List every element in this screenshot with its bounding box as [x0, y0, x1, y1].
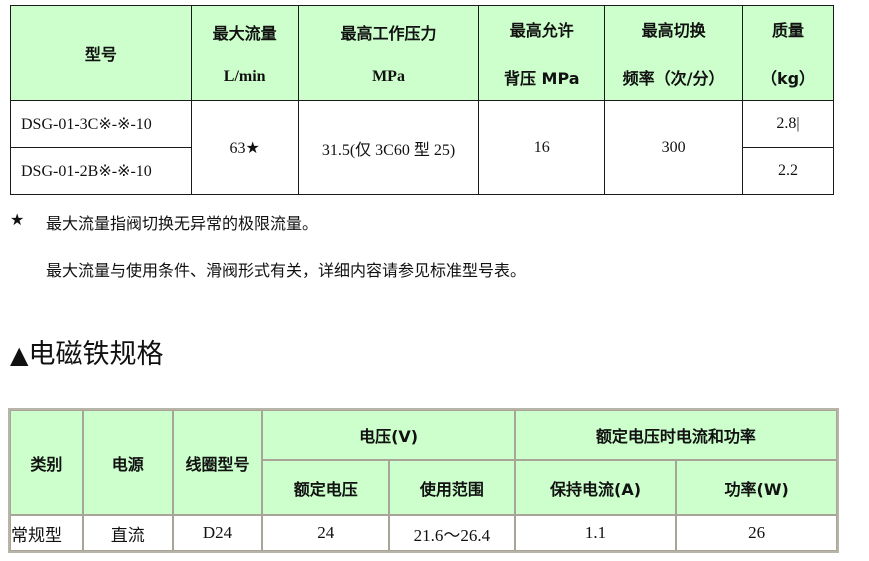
back-pressure-cell: 16: [478, 100, 606, 195]
header-current-power-group: 额定电压时电流和功率: [514, 410, 837, 460]
mass-cell: 2.2: [742, 147, 834, 195]
header-max-pressure: 最高工作压力 MPa: [297, 5, 480, 101]
header-voltage-group: 电压(V): [262, 410, 515, 460]
valve-spec-table: 型号 最大流量 L/min 最高工作压力 MPa 最高允许 背压 MPa 最高切换 频率…: [10, 5, 834, 195]
section-heading: ▲电磁铁规格: [10, 332, 163, 371]
mass-cell: 2.8|: [742, 100, 834, 148]
header-switch-frequency: 最高切换 频率（次/分）: [604, 5, 744, 101]
usage-range-cell: 21.6～26.4: [389, 515, 515, 551]
max-flow-cell: 63★: [190, 100, 299, 195]
header-mass: 质量 （kg）: [742, 5, 834, 101]
triangle-icon: ▲: [10, 341, 29, 369]
header-power-source: 电源: [82, 410, 173, 515]
category-cell: 常规型: [10, 515, 83, 551]
header-holding-current: 保持电流(A): [514, 460, 677, 515]
header-power: 功率(W): [676, 460, 837, 515]
table-row: 常规型 直流 D24 24 21.6～26.4 1.1 26: [10, 515, 837, 551]
footnote-details: 最大流量与使用条件、滑阀形式有关，详细内容请参见标准型号表。: [46, 261, 527, 280]
solenoid-spec-table: 类别 电源 线圈型号 电压(V) 额定电压时电流和功率 额定电压 使用范围 保持…: [8, 408, 839, 553]
header-coil-model: 线圈型号: [172, 410, 263, 515]
footnote-max-flow: 最大流量指阀切换无异常的极限流量。: [46, 214, 319, 233]
header-model: 型号: [10, 5, 192, 101]
header-rated-voltage: 额定电压: [262, 460, 390, 515]
power-cell: 26: [676, 515, 837, 551]
max-pressure-cell: 31.5(仅 3C60 型 25): [297, 100, 480, 195]
section-title-text: 电磁铁规格: [28, 339, 164, 370]
header-max-flow: 最大流量 L/min: [190, 5, 299, 101]
header-category: 类别: [10, 410, 83, 515]
coil-model-cell: D24: [172, 515, 263, 551]
model-cell: DSG-01-3C※-※-10: [10, 100, 192, 148]
header-usage-range: 使用范围: [389, 460, 515, 515]
spec-header-row: 型号 最大流量 L/min 最高工作压力 MPa 最高允许 背压 MPa 最高切换 频率…: [10, 5, 834, 101]
rated-voltage-cell: 24: [262, 515, 390, 551]
switch-frequency-cell: 300: [604, 100, 744, 195]
table-row: DSG-01-3C※-※-10 63★ 31.5(仅 3C60 型 25) 16…: [10, 100, 834, 195]
header-back-pressure: 最高允许 背压 MPa: [478, 5, 606, 101]
power-source-cell: 直流: [82, 515, 173, 551]
holding-current-cell: 1.1: [514, 515, 677, 551]
model-cell: DSG-01-2B※-※-10: [10, 147, 192, 195]
star-icon: ★: [10, 210, 25, 229]
solenoid-header-row-1: 类别 电源 线圈型号 电压(V) 额定电压时电流和功率: [10, 410, 837, 515]
